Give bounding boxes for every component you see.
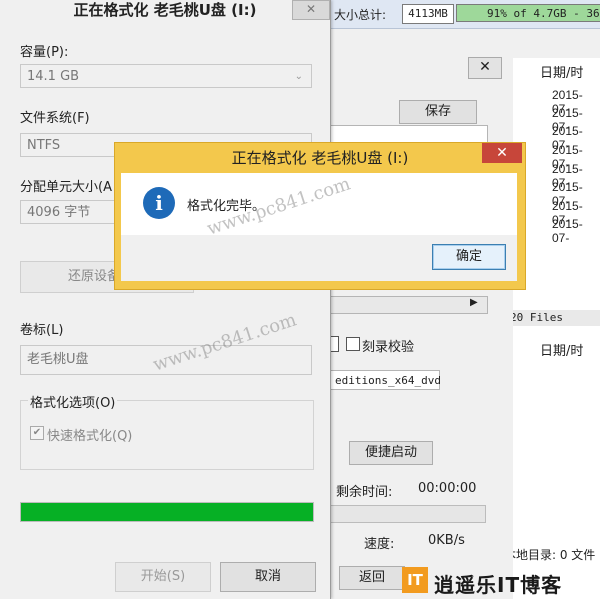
close-icon: ✕ <box>479 59 491 75</box>
total-size-label: 大小总计: <box>334 8 387 22</box>
local-dir-status: 本地目录: 0 文件 <box>504 548 596 562</box>
blog-logo: IT 逍遥乐IT博客 <box>402 567 600 599</box>
capacity-select[interactable]: 14.1 GB ⌄ <box>20 64 312 88</box>
total-size-value: 4113MB <box>402 4 454 24</box>
format-complete-dialog: 正在格式化 老毛桃U盘 (I:) ✕ i 格式化完毕。 确定 <box>114 142 526 290</box>
write-dialog-close-button[interactable]: ✕ <box>468 57 502 79</box>
partial-checkbox[interactable] <box>330 336 339 352</box>
write-progress-bar <box>330 505 486 523</box>
start-button[interactable]: 开始(S) <box>115 562 211 592</box>
format-dialog: 正在格式化 老毛桃U盘 (I:) ✕ 容量(P): 14.1 GB ⌄ 文件系统… <box>0 0 331 599</box>
message-box-close-button[interactable]: ✕ <box>482 143 522 163</box>
allocation-size-label: 分配单元大小(A <box>20 180 112 195</box>
quick-format-checkbox[interactable]: ✔ <box>30 426 44 440</box>
chevron-down-icon: ⌄ <box>294 71 303 82</box>
format-progress-bar <box>20 502 314 522</box>
logo-mark: IT <box>402 567 428 593</box>
local-date-column-header[interactable]: 日期/时 <box>540 340 583 359</box>
save-button[interactable]: 保存 <box>399 100 477 124</box>
format-progress-fill <box>21 503 313 521</box>
disc-usage-bar: 91% of 4.7GB - 36 <box>456 4 600 22</box>
image-file-field[interactable]: editions_x64_dvd <box>330 370 441 390</box>
scroll-right-icon[interactable]: ▶ <box>470 297 478 308</box>
ok-button[interactable]: 确定 <box>432 244 506 270</box>
quick-boot-button[interactable]: 便捷启动 <box>349 441 433 465</box>
close-icon: ✕ <box>496 145 508 161</box>
cancel-button[interactable]: 取消 <box>220 562 316 592</box>
speed-label: 速度: <box>364 537 395 552</box>
speed-value: 0KB/s <box>428 533 465 548</box>
horizontal-scrollbar[interactable] <box>330 296 488 314</box>
allocation-size-value: 4096 字节 <box>27 205 91 220</box>
file-date-cell: 2015-07- <box>552 217 583 245</box>
format-dialog-close-button[interactable]: ✕ <box>292 0 330 20</box>
format-dialog-title: 正在格式化 老毛桃U盘 (I:) <box>73 1 257 19</box>
capacity-label: 容量(P): <box>20 45 69 60</box>
back-button[interactable]: 返回 <box>339 566 405 590</box>
logo-text: 逍遥乐IT博客 <box>434 573 563 597</box>
filesystem-value: NTFS <box>27 138 61 153</box>
close-icon: ✕ <box>305 2 317 16</box>
date-column-header[interactable]: 日期/时 <box>540 62 583 81</box>
files-count-header: 20 Files <box>508 310 600 326</box>
remaining-time-label: 剩余时间: <box>336 485 393 500</box>
message-box-title: 正在格式化 老毛桃U盘 (I:) <box>231 149 409 167</box>
remaining-time-value: 00:00:00 <box>418 481 477 496</box>
capacity-value: 14.1 GB <box>27 69 80 84</box>
info-icon: i <box>143 187 175 219</box>
checkmark-icon: ✔ <box>32 427 42 438</box>
filesystem-label: 文件系统(F) <box>20 111 90 126</box>
verify-checkbox[interactable] <box>346 337 360 351</box>
quick-format-label: 快速格式化(Q) <box>47 429 133 444</box>
verify-label: 刻录校验 <box>362 340 415 355</box>
format-options-legend: 格式化选项(O) <box>28 392 118 411</box>
volume-label-label: 卷标(L) <box>20 323 64 338</box>
